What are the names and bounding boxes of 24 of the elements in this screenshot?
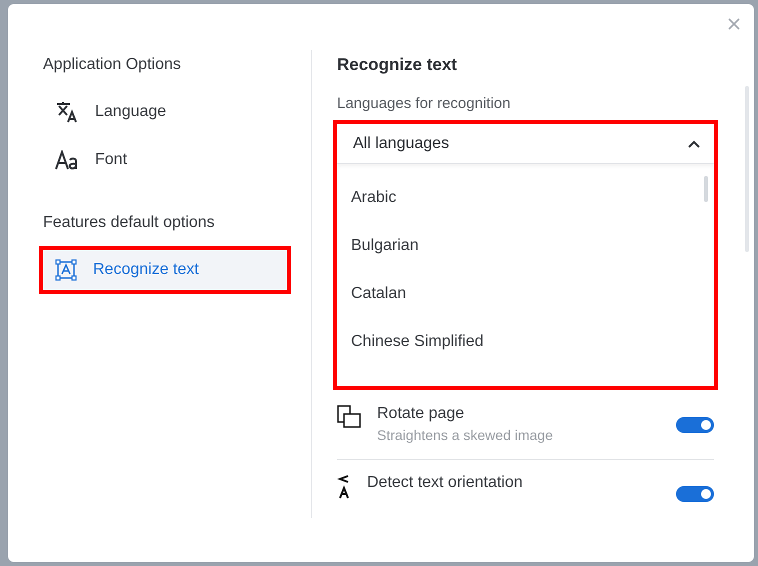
chevron-icon [688,140,700,148]
field-label: Languages for recognition [337,95,512,112]
setting-description: Straightens a skewed image [377,427,554,443]
sidebar-item[interactable]: Font [39,136,291,184]
language-option[interactable]: Arabic [337,174,714,222]
toggle-switch[interactable] [676,417,714,433]
scrollbar-thumb[interactable] [704,176,708,202]
text-orientation-icon [337,474,351,500]
setting-title: Rotate page [377,405,466,423]
language-option[interactable]: Catalan [337,270,714,318]
section-title: Features default options [43,214,216,232]
font-icon [55,150,79,170]
setting-title: Detect text orientation [367,474,524,492]
close-icon [728,18,740,30]
section-title: Application Options [43,56,182,74]
toggle-switch[interactable] [676,486,714,502]
language-option[interactable]: Bulgarian [337,222,714,270]
overlapping-squares-icon [337,405,361,431]
sidebar-item[interactable]: Recognize text [39,246,291,294]
sidebar-item[interactable]: Language [39,88,291,136]
translate-icon [55,101,79,123]
recognize-text-icon [55,259,77,281]
panel-title: Recognize text [337,55,458,75]
language-option[interactable]: Chinese Simplified [337,318,714,366]
